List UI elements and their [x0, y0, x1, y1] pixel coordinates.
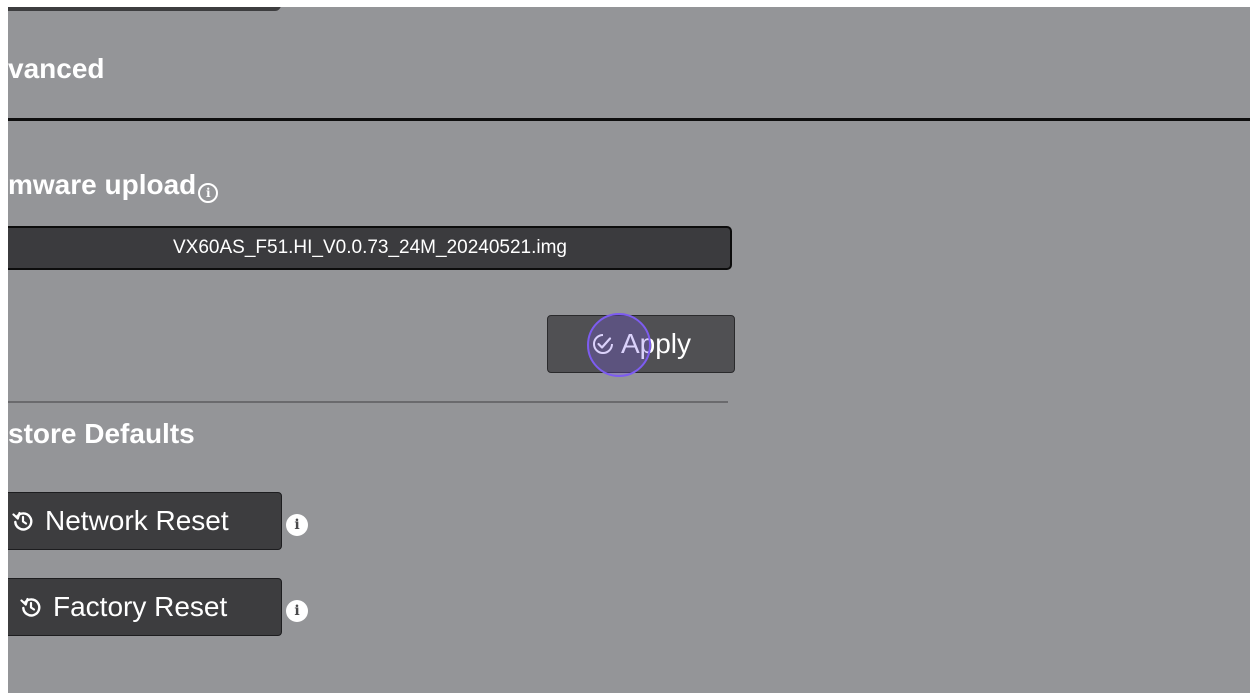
factory-reset-button[interactable]: Factory Reset [8, 578, 282, 636]
header-divider [8, 118, 1250, 121]
section-divider [8, 401, 728, 403]
firmware-upload-title-text: mware upload [8, 169, 197, 200]
check-circle-icon [591, 332, 615, 356]
factory-reset-label: Factory Reset [53, 591, 228, 622]
restore-defaults-title: store Defaults [8, 418, 195, 449]
factory-reset-info-icon[interactable]: i [286, 600, 308, 622]
network-reset-info-icon[interactable]: i [286, 514, 308, 536]
apply-button-label: Apply [620, 328, 692, 359]
firmware-file-name: VX60AS_F51.HI_V0.0.73_24M_20240521.img [173, 237, 567, 258]
reset-icon [11, 509, 35, 533]
firmware-upload-title: mware upload i [8, 169, 219, 203]
info-icon[interactable]: i [198, 183, 219, 203]
settings-panel: vanced mware upload i VX60AS_F51.HI_V0.0.… [8, 7, 1250, 693]
network-reset-button[interactable]: Network Reset [8, 492, 282, 550]
reset-icon [19, 595, 43, 619]
apply-button[interactable]: Apply [547, 315, 735, 373]
firmware-file-field[interactable]: VX60AS_F51.HI_V0.0.73_24M_20240521.img [8, 226, 732, 270]
advanced-section-title: vanced [8, 53, 105, 84]
truncated-top-button[interactable] [8, 7, 281, 11]
network-reset-label: Network Reset [45, 505, 229, 536]
